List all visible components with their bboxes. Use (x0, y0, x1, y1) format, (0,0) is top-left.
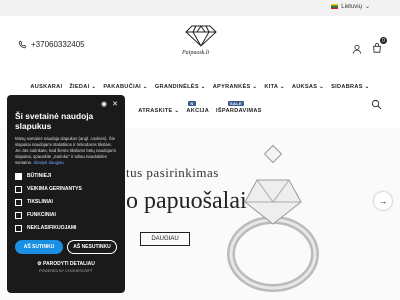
language-label: Lietuvių (341, 3, 362, 10)
checkbox[interactable] (15, 172, 22, 180)
site-logo[interactable]: Paipuosk.lt (180, 20, 222, 60)
search-icon (371, 99, 382, 110)
nav-label: APYRANKĖS (212, 84, 251, 90)
option-label: VEIKIMA GERINANTYS (27, 186, 82, 192)
nav-label: IŠPARDAVIMAS (216, 108, 262, 114)
cookie-title: Ši svetainė naudoja slapukus (15, 111, 94, 131)
cookie-text: Mūsų svetainė naudoja slapukus (angl. co… (15, 136, 116, 165)
phone-icon (18, 40, 27, 49)
cookie-consent-dialog: ◉ ✕ Ši svetainė naudoja slapukus Mūsų sv… (7, 95, 125, 293)
chevron-down-icon: ⌄ (364, 4, 370, 10)
powered-by: POWERED BY COOKIESCRIPT (39, 269, 93, 273)
nav-item-akcija[interactable]: N AKCIJA (186, 101, 210, 122)
nav-item-kita[interactable]: KITA ⌄ (264, 84, 284, 98)
nav-label: ATRASKITE (138, 108, 173, 114)
option-label: TIKSLINIAI (27, 199, 53, 205)
hero-more-button[interactable]: DAUGIAU (140, 232, 190, 246)
option-label: FUNKCINIAI (27, 212, 56, 218)
language-selector[interactable]: Lietuvių ⌄ (331, 3, 370, 10)
header-icons: 0 (352, 37, 387, 58)
nav-label: AUKSAS (291, 84, 318, 90)
show-details-button[interactable]: ⚙ PARODYTI DETALIAU (15, 261, 117, 267)
carousel-next-button[interactable]: → (374, 192, 392, 210)
user-icon[interactable] (352, 44, 362, 54)
nav-item-sidabras[interactable]: SIDABRAS ⌄ (331, 84, 369, 98)
arrow-right-icon: → (378, 196, 388, 206)
cart-button[interactable]: 0 (372, 37, 387, 58)
option-label: BŪTINIEJI (27, 173, 52, 179)
close-icon[interactable]: ✕ (112, 100, 118, 108)
option-functional[interactable]: FUNKCINIAI (15, 209, 117, 221)
new-badge: N (188, 101, 196, 106)
phone-number: +37060332405 (31, 40, 85, 49)
lithuania-flag-icon (331, 4, 339, 9)
accept-button[interactable]: AŠ SUTINKU (15, 240, 63, 254)
nav-item-auksas[interactable]: AUKSAS ⌄ (292, 84, 324, 98)
phone-contact[interactable]: +37060332405 (18, 40, 85, 49)
read-more-link[interactable]: Skaityti daugiau (33, 160, 63, 165)
option-necessary[interactable]: BŪTINIEJI (15, 170, 117, 182)
search-button[interactable] (371, 97, 382, 115)
checkbox[interactable] (15, 185, 22, 193)
option-unclassified[interactable]: NEKLASIFIKUOJAMI (15, 222, 117, 234)
nav-item-grandineles[interactable]: GRANDINĖLĖS ⌄ (155, 84, 206, 98)
diamond-logo-icon (185, 25, 217, 47)
nav-item-atraskite[interactable]: ATRASKITE ⌄ (138, 108, 179, 122)
nav-label: ŽIEDAI (69, 84, 90, 90)
nav-label: KITA (264, 84, 279, 90)
cookie-buttons: AŠ SUTINKU AŠ NESUTINKU (15, 240, 117, 254)
bag-icon (373, 43, 381, 53)
checkbox[interactable] (15, 198, 22, 206)
option-targeting[interactable]: TIKSLINIAI (15, 196, 117, 208)
cookie-description: Mūsų svetainė naudoja slapukus (angl. co… (15, 136, 117, 166)
ring-image (227, 144, 319, 292)
logo-text: Paipuosk.lt (182, 50, 210, 56)
sale-badge: SALE (228, 101, 244, 106)
cart-count-badge: 0 (380, 37, 387, 44)
checkbox[interactable] (15, 211, 22, 219)
nav-label: SIDABRAS (331, 84, 363, 90)
option-label: NEKLASIFIKUOJAMI (27, 225, 77, 231)
top-bar: Lietuvių ⌄ (0, 0, 400, 16)
decline-button[interactable]: AŠ NESUTINKU (67, 240, 117, 254)
language-globe-icon[interactable]: ◉ (101, 100, 107, 108)
nav-label: PAKABUČIAI (103, 84, 142, 90)
checkbox[interactable] (15, 224, 22, 232)
nav-item-apyrankes[interactable]: APYRANKĖS ⌄ (213, 84, 258, 98)
cookie-options: BŪTINIEJI VEIKIMA GERINANTYS TIKSLINIAI … (15, 170, 117, 234)
show-details-label: PARODYTI DETALIAU (43, 261, 95, 267)
nav-item-ispardavimas[interactable]: SALE IŠPARDAVIMAS (216, 101, 262, 122)
nav-label: AKCIJA (186, 108, 210, 114)
cookie-header-icons: ◉ ✕ (101, 100, 118, 108)
gear-icon: ⚙ (37, 261, 42, 267)
nav-label: GRANDINĖLĖS (154, 84, 199, 90)
option-performance[interactable]: VEIKIMA GERINANTYS (15, 183, 117, 195)
